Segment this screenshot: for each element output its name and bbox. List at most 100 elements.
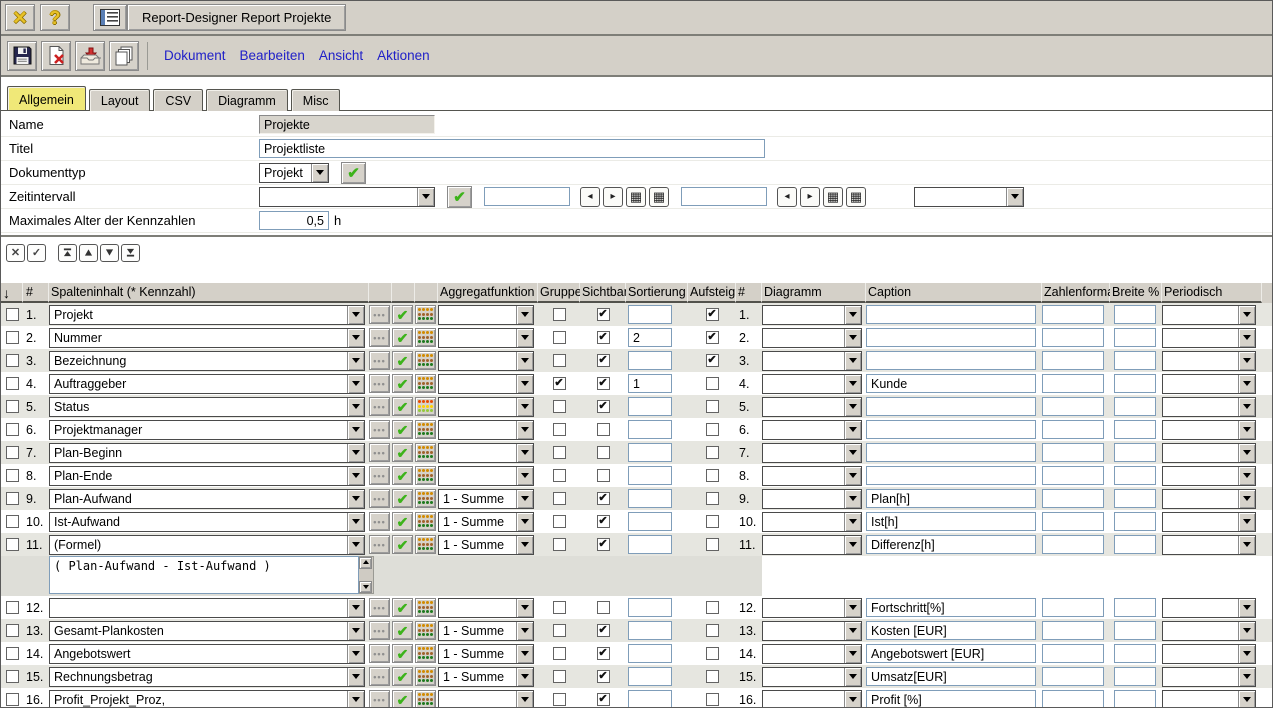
column-type-button[interactable] bbox=[415, 397, 436, 416]
diagramm-select[interactable] bbox=[762, 397, 862, 417]
chevron-down-icon[interactable] bbox=[347, 421, 364, 439]
aufsteig-checkbox[interactable]: ✔ bbox=[706, 308, 719, 321]
row-select-checkbox[interactable] bbox=[6, 624, 19, 637]
gruppe-checkbox[interactable] bbox=[553, 538, 566, 551]
more-options-button[interactable]: ••• bbox=[369, 644, 390, 663]
gruppe-checkbox[interactable] bbox=[553, 515, 566, 528]
chevron-down-icon[interactable] bbox=[1006, 188, 1023, 206]
zahlenformat-input[interactable] bbox=[1042, 305, 1104, 324]
aufsteig-checkbox[interactable] bbox=[706, 693, 719, 706]
row-select-checkbox[interactable] bbox=[6, 670, 19, 683]
row-select-checkbox[interactable] bbox=[6, 377, 19, 390]
caption-input[interactable] bbox=[866, 690, 1036, 708]
aggregatfunktion-select[interactable] bbox=[438, 374, 534, 394]
aggregatfunktion-select[interactable]: 1 - Summe bbox=[438, 621, 534, 641]
chevron-down-icon[interactable] bbox=[347, 329, 364, 347]
more-options-button[interactable]: ••• bbox=[369, 328, 390, 347]
breite-input[interactable] bbox=[1114, 489, 1156, 508]
chevron-down-icon[interactable] bbox=[1238, 599, 1255, 617]
aggregatfunktion-select[interactable] bbox=[438, 351, 534, 371]
chevron-down-icon[interactable] bbox=[1238, 467, 1255, 485]
chevron-down-icon[interactable] bbox=[844, 421, 861, 439]
diagramm-select[interactable] bbox=[762, 621, 862, 641]
more-options-button[interactable]: ••• bbox=[369, 512, 390, 531]
breite-input[interactable] bbox=[1114, 644, 1156, 663]
row-select-checkbox[interactable] bbox=[6, 446, 19, 459]
deselect-all-button[interactable]: ✕ bbox=[6, 244, 25, 262]
save-button[interactable] bbox=[7, 41, 37, 71]
aufsteig-checkbox[interactable] bbox=[706, 377, 719, 390]
date-to-input[interactable] bbox=[681, 187, 767, 206]
zahlenformat-input[interactable] bbox=[1042, 644, 1104, 663]
aufsteig-checkbox[interactable] bbox=[706, 492, 719, 505]
chevron-down-icon[interactable] bbox=[347, 375, 364, 393]
diagramm-select[interactable] bbox=[762, 328, 862, 348]
column-content-select[interactable]: Rechnungsbetrag bbox=[49, 667, 365, 687]
apply-column-button[interactable]: ✔ bbox=[392, 305, 413, 324]
diagramm-select[interactable] bbox=[762, 420, 862, 440]
zeitintervall-apply-button[interactable]: ✔ bbox=[447, 186, 472, 208]
chevron-down-icon[interactable] bbox=[844, 329, 861, 347]
diagramm-select[interactable] bbox=[762, 598, 862, 618]
breite-input[interactable] bbox=[1114, 420, 1156, 439]
column-content-select[interactable] bbox=[49, 598, 365, 618]
breite-input[interactable] bbox=[1114, 374, 1156, 393]
chevron-down-icon[interactable] bbox=[347, 490, 364, 508]
caption-input[interactable] bbox=[866, 512, 1036, 531]
sortierung-input[interactable] bbox=[628, 397, 672, 416]
tab-layout[interactable]: Layout bbox=[89, 89, 151, 111]
row-select-checkbox[interactable] bbox=[6, 469, 19, 482]
more-options-button[interactable]: ••• bbox=[369, 420, 390, 439]
calendar-icon[interactable]: ▦ bbox=[649, 187, 669, 207]
column-type-button[interactable] bbox=[415, 598, 436, 617]
zahlenformat-input[interactable] bbox=[1042, 512, 1104, 531]
chevron-down-icon[interactable] bbox=[1238, 306, 1255, 324]
chevron-down-icon[interactable] bbox=[516, 668, 533, 686]
sortierung-input[interactable] bbox=[628, 489, 672, 508]
zahlenformat-input[interactable] bbox=[1042, 443, 1104, 462]
chevron-down-icon[interactable] bbox=[347, 444, 364, 462]
sichtbar-checkbox[interactable]: ✔ bbox=[597, 538, 610, 551]
column-content-select[interactable]: Plan-Aufwand bbox=[49, 489, 365, 509]
apply-column-button[interactable]: ✔ bbox=[392, 397, 413, 416]
aggregatfunktion-select[interactable]: 1 - Summe bbox=[438, 667, 534, 687]
zahlenformat-input[interactable] bbox=[1042, 328, 1104, 347]
caption-input[interactable] bbox=[866, 351, 1036, 370]
aggregatfunktion-select[interactable] bbox=[438, 598, 534, 618]
periodisch-select[interactable] bbox=[1162, 374, 1256, 394]
chevron-down-icon[interactable] bbox=[516, 444, 533, 462]
header-order[interactable]: ↓ bbox=[1, 283, 23, 303]
menu-item-aktionen[interactable]: Aktionen bbox=[377, 48, 430, 63]
gruppe-checkbox[interactable] bbox=[553, 423, 566, 436]
chevron-down-icon[interactable] bbox=[347, 599, 364, 617]
diagramm-select[interactable] bbox=[762, 690, 862, 708]
apply-column-button[interactable]: ✔ bbox=[392, 598, 413, 617]
chevron-down-icon[interactable] bbox=[347, 536, 364, 554]
column-content-select[interactable]: Angebotswert bbox=[49, 644, 365, 664]
column-content-select[interactable]: (Formel) bbox=[49, 535, 365, 555]
caption-input[interactable] bbox=[866, 328, 1036, 347]
chevron-down-icon[interactable] bbox=[844, 668, 861, 686]
caption-input[interactable] bbox=[866, 374, 1036, 393]
chevron-down-icon[interactable] bbox=[844, 513, 861, 531]
formula-textarea[interactable] bbox=[49, 556, 359, 594]
apply-column-button[interactable]: ✔ bbox=[392, 328, 413, 347]
chevron-down-icon[interactable] bbox=[1238, 513, 1255, 531]
sortierung-input[interactable] bbox=[628, 598, 672, 617]
max-alter-input[interactable] bbox=[259, 211, 329, 230]
next-arrow-icon[interactable]: ▸ bbox=[800, 187, 820, 207]
chevron-down-icon[interactable] bbox=[347, 467, 364, 485]
column-type-button[interactable] bbox=[415, 535, 436, 554]
caption-input[interactable] bbox=[866, 305, 1036, 324]
chevron-down-icon[interactable] bbox=[844, 398, 861, 416]
gruppe-checkbox[interactable] bbox=[553, 601, 566, 614]
chevron-down-icon[interactable] bbox=[1238, 352, 1255, 370]
diagramm-select[interactable] bbox=[762, 443, 862, 463]
sortierung-input[interactable] bbox=[628, 374, 672, 393]
interval-unit-select[interactable] bbox=[914, 187, 1024, 207]
chevron-down-icon[interactable] bbox=[516, 691, 533, 708]
caption-input[interactable] bbox=[866, 466, 1036, 485]
aggregatfunktion-select[interactable]: 1 - Summe bbox=[438, 644, 534, 664]
zahlenformat-input[interactable] bbox=[1042, 621, 1104, 640]
column-content-select[interactable]: Plan-Beginn bbox=[49, 443, 365, 463]
